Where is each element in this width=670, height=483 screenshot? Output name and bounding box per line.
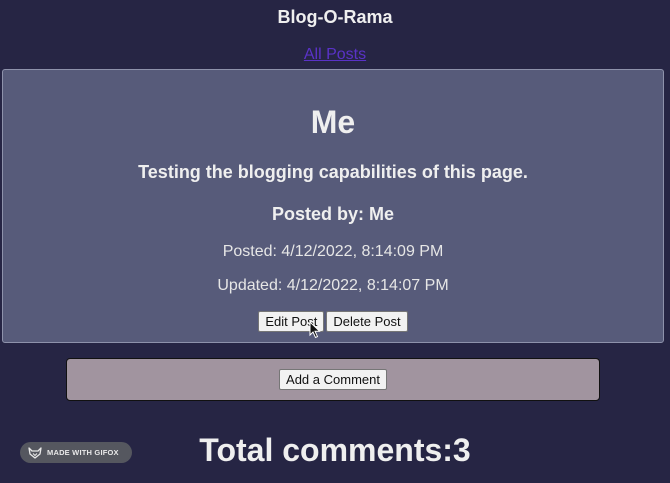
delete-post-button[interactable]: Delete Post <box>326 311 408 332</box>
posted-date: Posted: 4/12/2022, 8:14:09 PM <box>222 243 444 260</box>
fox-icon <box>28 446 42 459</box>
post-body: Testing the blogging capabilities of thi… <box>138 162 528 182</box>
post-title: Me <box>310 104 356 140</box>
all-posts-link[interactable]: All Posts <box>304 46 366 63</box>
updated-date: Updated: 4/12/2022, 8:14:07 PM <box>217 277 449 294</box>
gifox-badge: MADE WITH GIFOX <box>20 442 132 463</box>
post-card: Me Testing the blogging capabilities of … <box>2 69 664 343</box>
post-author: Posted by: Me <box>271 204 395 224</box>
badge-text: MADE WITH GIFOX <box>47 448 119 457</box>
add-comment-panel: Add a Comment <box>66 358 600 401</box>
mouse-cursor-icon <box>309 321 321 339</box>
site-title: Blog-O-Rama <box>277 7 393 27</box>
add-comment-button[interactable]: Add a Comment <box>279 369 387 390</box>
post-actions: Edit Post Delete Post <box>3 311 663 332</box>
nav: All Posts <box>0 46 670 64</box>
